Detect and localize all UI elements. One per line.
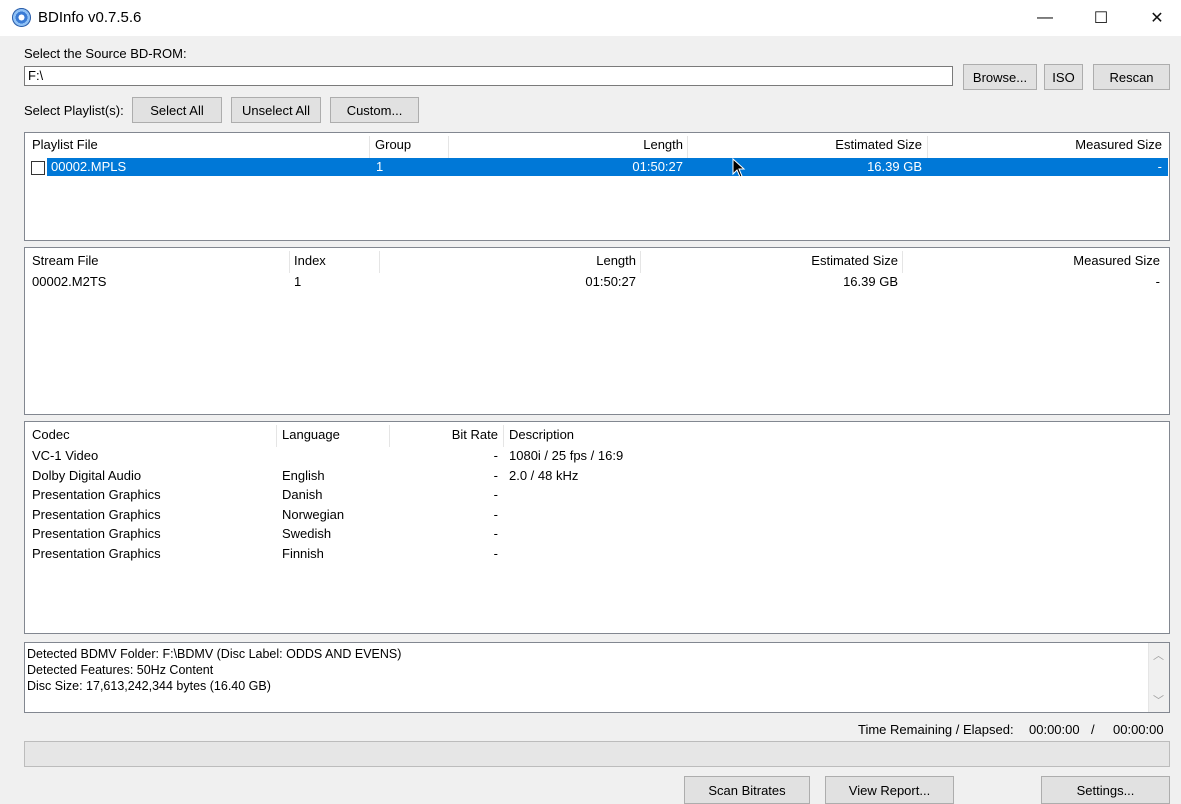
column-divider[interactable] bbox=[902, 251, 903, 273]
column-header-index[interactable]: Index bbox=[294, 253, 326, 273]
time-remaining-value: 00:00:00 bbox=[1029, 722, 1080, 737]
codec-cell: Presentation Graphics bbox=[32, 507, 161, 522]
column-header-length[interactable]: Length bbox=[455, 137, 683, 157]
codec-cell: Dolby Digital Audio bbox=[32, 468, 142, 483]
column-header-codec[interactable]: Codec bbox=[32, 427, 70, 447]
table-row[interactable]: VC-1 Video - 1080i / 25 fps / 16:9 bbox=[25, 448, 1169, 467]
stream-file-cell: 00002.M2TS bbox=[32, 274, 107, 289]
column-divider[interactable] bbox=[379, 251, 380, 273]
bit-rate-cell: - bbox=[493, 448, 498, 463]
bit-rate-cell: - bbox=[493, 507, 498, 522]
time-elapsed-value: 00:00:00 bbox=[1113, 722, 1164, 737]
unselect-all-button[interactable]: Unselect All bbox=[231, 97, 321, 123]
column-header-group[interactable]: Group bbox=[375, 137, 411, 157]
language-cell: Norwegian bbox=[282, 507, 345, 522]
log-line: Disc Size: 17,613,242,344 bytes (16.40 G… bbox=[27, 679, 271, 693]
bit-rate-cell: - bbox=[493, 526, 498, 541]
scroll-up-icon[interactable]: ︿ bbox=[1153, 648, 1164, 664]
column-header-language[interactable]: Language bbox=[282, 427, 340, 447]
disc-icon bbox=[12, 8, 31, 27]
estimated-size-cell: 16.39 GB bbox=[843, 274, 898, 289]
column-header-measured-size[interactable]: Measured Size bbox=[933, 137, 1162, 157]
playlist-checkbox[interactable] bbox=[31, 161, 45, 175]
column-header-playlist-file[interactable]: Playlist File bbox=[32, 137, 98, 157]
custom-button[interactable]: Custom... bbox=[330, 97, 419, 123]
column-divider[interactable] bbox=[503, 425, 504, 447]
column-header-bit-rate[interactable]: Bit Rate bbox=[395, 427, 498, 447]
column-divider[interactable] bbox=[289, 251, 290, 273]
language-cell: Swedish bbox=[282, 526, 332, 541]
mouse-cursor-icon bbox=[732, 158, 746, 178]
language-cell: English bbox=[282, 468, 325, 483]
iso-button[interactable]: ISO bbox=[1044, 64, 1083, 90]
log-line: Detected BDMV Folder: F:\BDMV (Disc Labe… bbox=[27, 647, 402, 661]
source-path-input[interactable]: F:\ bbox=[24, 66, 953, 86]
log-line: Detected Features: 50Hz Content bbox=[27, 663, 214, 677]
time-separator: / bbox=[1091, 722, 1095, 737]
log-textarea[interactable]: Detected BDMV Folder: F:\BDMV (Disc Labe… bbox=[24, 642, 1170, 713]
language-cell: Finnish bbox=[282, 546, 324, 561]
bit-rate-cell: - bbox=[493, 487, 498, 502]
column-header-length[interactable]: Length bbox=[385, 253, 636, 273]
column-divider[interactable] bbox=[448, 136, 449, 158]
bit-rate-cell: - bbox=[493, 468, 498, 483]
codec-list[interactable]: Codec Language Bit Rate Description VC-1… bbox=[24, 421, 1170, 634]
scroll-down-icon[interactable]: ﹀ bbox=[1153, 693, 1164, 709]
window-title: BDInfo v0.7.5.6 bbox=[38, 9, 142, 26]
table-row[interactable]: Presentation Graphics Finnish - bbox=[25, 546, 1169, 565]
minimize-button[interactable]: — bbox=[1017, 0, 1073, 36]
column-divider[interactable] bbox=[389, 425, 390, 447]
column-header-estimated-size[interactable]: Estimated Size bbox=[693, 137, 922, 157]
select-playlists-label: Select Playlist(s): bbox=[24, 103, 124, 118]
column-header-measured-size[interactable]: Measured Size bbox=[908, 253, 1160, 273]
progress-bar bbox=[24, 741, 1170, 767]
table-row[interactable]: 00002.M2TS 1 01:50:27 16.39 GB - bbox=[25, 274, 1169, 292]
column-header-stream-file[interactable]: Stream File bbox=[32, 253, 98, 273]
column-divider[interactable] bbox=[687, 136, 688, 158]
description-cell: 1080i / 25 fps / 16:9 bbox=[509, 448, 624, 463]
codec-cell: Presentation Graphics bbox=[32, 487, 161, 502]
index-cell: 1 bbox=[294, 274, 302, 289]
estimated-size-cell: 16.39 GB bbox=[867, 159, 922, 174]
bit-rate-cell: - bbox=[493, 546, 498, 561]
codec-cell: VC-1 Video bbox=[32, 448, 99, 463]
measured-size-cell: - bbox=[1155, 274, 1160, 289]
codec-cell: Presentation Graphics bbox=[32, 546, 161, 561]
description-cell: 2.0 / 48 kHz bbox=[509, 468, 579, 483]
table-row[interactable]: Presentation Graphics Norwegian - bbox=[25, 507, 1169, 526]
stream-list[interactable]: Stream File Index Length Estimated Size … bbox=[24, 247, 1170, 415]
select-all-button[interactable]: Select All bbox=[132, 97, 222, 123]
source-label: Select the Source BD-ROM: bbox=[24, 46, 187, 61]
table-row[interactable]: Presentation Graphics Danish - bbox=[25, 487, 1169, 506]
browse-button[interactable]: Browse... bbox=[963, 64, 1037, 90]
maximize-button[interactable]: ☐ bbox=[1073, 0, 1129, 36]
playlist-file-cell: 00002.MPLS bbox=[51, 159, 127, 174]
column-divider[interactable] bbox=[369, 136, 370, 158]
column-divider[interactable] bbox=[276, 425, 277, 447]
codec-cell: Presentation Graphics bbox=[32, 526, 161, 541]
column-header-description[interactable]: Description bbox=[509, 427, 574, 447]
table-row[interactable]: 00002.MPLS 1 01:50:27 16.39 GB - bbox=[47, 158, 1168, 176]
column-header-estimated-size[interactable]: Estimated Size bbox=[646, 253, 898, 273]
log-scrollbar[interactable]: ︿ ﹀ bbox=[1148, 643, 1169, 712]
table-row[interactable]: Dolby Digital Audio English - 2.0 / 48 k… bbox=[25, 468, 1169, 487]
length-cell: 01:50:27 bbox=[632, 159, 683, 174]
title-bar: BDInfo v0.7.5.6 — ☐ ✕ bbox=[0, 0, 1181, 36]
time-remaining-label: Time Remaining / Elapsed: bbox=[858, 722, 1014, 737]
column-divider[interactable] bbox=[927, 136, 928, 158]
measured-size-cell: - bbox=[1157, 159, 1162, 174]
playlist-list[interactable]: Playlist File Group Length Estimated Siz… bbox=[24, 132, 1170, 241]
column-divider[interactable] bbox=[640, 251, 641, 273]
length-cell: 01:50:27 bbox=[585, 274, 636, 289]
rescan-button[interactable]: Rescan bbox=[1093, 64, 1170, 90]
table-row[interactable]: Presentation Graphics Swedish - bbox=[25, 526, 1169, 545]
group-cell: 1 bbox=[376, 159, 384, 174]
close-button[interactable]: ✕ bbox=[1129, 0, 1181, 36]
language-cell: Danish bbox=[282, 487, 323, 502]
